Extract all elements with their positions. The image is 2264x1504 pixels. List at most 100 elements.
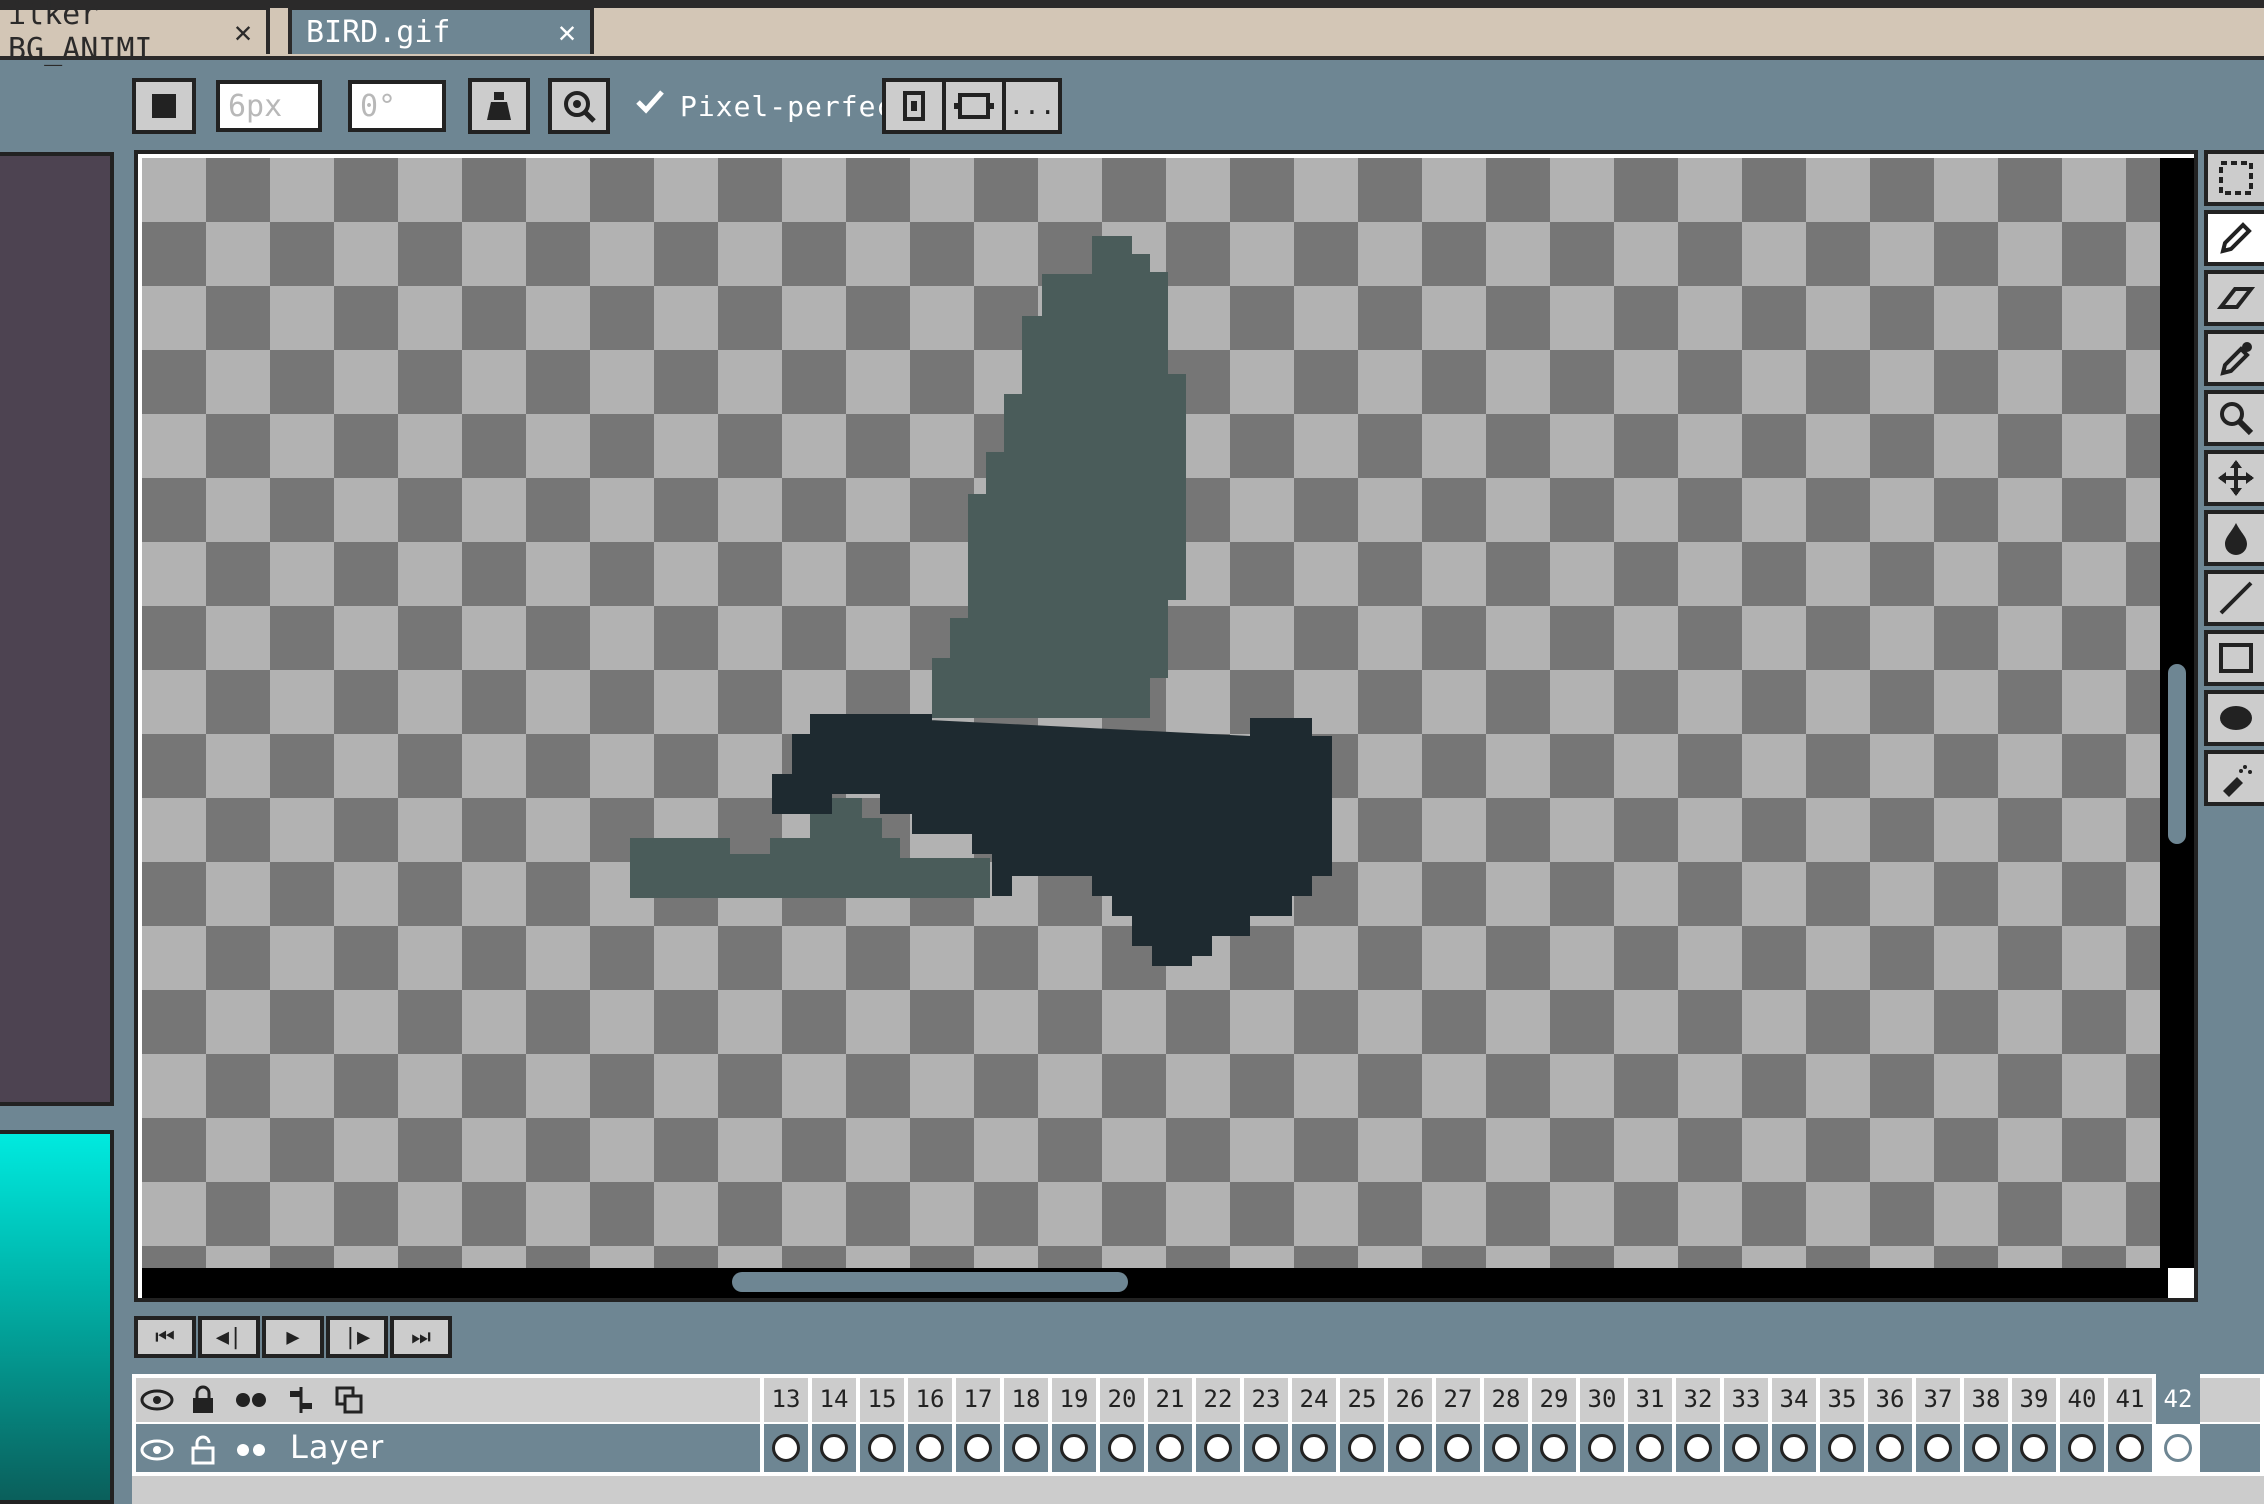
frame-number[interactable]: 22 xyxy=(1192,1374,1240,1424)
frame-cel[interactable] xyxy=(1768,1424,1816,1472)
pixel-perfect-checkbox[interactable] xyxy=(634,88,666,116)
ellipse-tool[interactable] xyxy=(2204,690,2264,746)
frame-number[interactable]: 27 xyxy=(1432,1374,1480,1424)
brush-size-field[interactable] xyxy=(216,80,322,132)
frame-cel[interactable] xyxy=(2104,1424,2152,1472)
layer-name[interactable]: Layer xyxy=(290,1428,384,1466)
spray-tool[interactable] xyxy=(2204,750,2264,806)
frame-number[interactable]: 41 xyxy=(2104,1374,2152,1424)
frame-cel[interactable] xyxy=(1384,1424,1432,1472)
frame-number[interactable]: 31 xyxy=(1624,1374,1672,1424)
frame-number[interactable]: 18 xyxy=(1000,1374,1048,1424)
onion-skin-icon[interactable] xyxy=(228,1380,274,1420)
horizontal-scroll-thumb[interactable] xyxy=(732,1272,1128,1292)
brush-size-input[interactable] xyxy=(228,88,310,124)
frame-cel[interactable] xyxy=(1912,1424,1960,1472)
frame-cel[interactable] xyxy=(856,1424,904,1472)
layers-icon[interactable] xyxy=(326,1380,372,1420)
frame-cel[interactable] xyxy=(1480,1424,1528,1472)
more-options-button[interactable]: ... xyxy=(1002,78,1062,134)
frame-number[interactable]: 37 xyxy=(1912,1374,1960,1424)
frame-cel[interactable] xyxy=(1624,1424,1672,1472)
frame-cel[interactable] xyxy=(1432,1424,1480,1472)
frame-number[interactable]: 40 xyxy=(2056,1374,2104,1424)
link-cels-icon[interactable] xyxy=(278,1380,324,1420)
frame-cel[interactable] xyxy=(1864,1424,1912,1472)
frame-number[interactable]: 39 xyxy=(2008,1374,2056,1424)
next-frame-button[interactable]: |▶ xyxy=(326,1316,388,1358)
frame-cel[interactable] xyxy=(1720,1424,1768,1472)
frame-number[interactable]: 38 xyxy=(1960,1374,2008,1424)
frame-number[interactable]: 19 xyxy=(1048,1374,1096,1424)
color-picker-gradient[interactable] xyxy=(0,1130,114,1504)
close-icon[interactable]: ✕ xyxy=(234,15,252,50)
frame-number[interactable]: 23 xyxy=(1240,1374,1288,1424)
first-frame-button[interactable]: ⏮ xyxy=(134,1316,196,1358)
transform-button[interactable] xyxy=(882,78,946,134)
frame-cel[interactable] xyxy=(1960,1424,2008,1472)
symmetry-zoom-button[interactable] xyxy=(548,78,610,134)
ink-button[interactable] xyxy=(468,78,530,134)
frame-cel[interactable] xyxy=(1192,1424,1240,1472)
frame-number[interactable]: 33 xyxy=(1720,1374,1768,1424)
frame-cel[interactable] xyxy=(1240,1424,1288,1472)
frame-number[interactable]: 26 xyxy=(1384,1374,1432,1424)
layer-visibility-icon[interactable] xyxy=(134,1430,180,1470)
fill-tool[interactable] xyxy=(2204,510,2264,566)
frame-cel[interactable] xyxy=(808,1424,856,1472)
frame-cel[interactable] xyxy=(904,1424,952,1472)
frame-cel[interactable] xyxy=(1336,1424,1384,1472)
frame-number[interactable]: 20 xyxy=(1096,1374,1144,1424)
pencil-tool[interactable] xyxy=(2204,210,2264,266)
frame-cel[interactable] xyxy=(1048,1424,1096,1472)
frame-number[interactable]: 29 xyxy=(1528,1374,1576,1424)
rectangle-tool[interactable] xyxy=(2204,630,2264,686)
layer-lock-icon[interactable] xyxy=(180,1430,226,1470)
frame-number[interactable]: 32 xyxy=(1672,1374,1720,1424)
sprite-button[interactable] xyxy=(942,78,1006,134)
line-tool[interactable] xyxy=(2204,570,2264,626)
horizontal-scrollbar[interactable] xyxy=(142,1268,2168,1298)
frame-cel[interactable] xyxy=(1096,1424,1144,1472)
eyedropper-tool[interactable] xyxy=(2204,330,2264,386)
frame-number[interactable]: 24 xyxy=(1288,1374,1336,1424)
drawing-canvas[interactable] xyxy=(142,158,2160,1268)
frame-number[interactable]: 21 xyxy=(1144,1374,1192,1424)
frame-cel[interactable] xyxy=(952,1424,1000,1472)
eraser-tool[interactable] xyxy=(2204,270,2264,326)
frame-number[interactable]: 13 xyxy=(760,1374,808,1424)
angle-field[interactable] xyxy=(348,80,446,132)
frame-number[interactable]: 15 xyxy=(856,1374,904,1424)
frame-cel[interactable] xyxy=(1288,1424,1336,1472)
frame-number[interactable]: 42 xyxy=(2152,1374,2200,1424)
frame-cel[interactable] xyxy=(1528,1424,1576,1472)
frame-number[interactable]: 14 xyxy=(808,1374,856,1424)
close-icon[interactable]: ✕ xyxy=(558,15,576,50)
prev-frame-button[interactable]: ◀| xyxy=(198,1316,260,1358)
eye-icon[interactable] xyxy=(134,1380,180,1420)
tab-walker-bg-anim[interactable]: ilker BG_ANIMI ✕ xyxy=(0,0,270,67)
frame-cel[interactable] xyxy=(2008,1424,2056,1472)
frame-number[interactable]: 16 xyxy=(904,1374,952,1424)
lock-icon[interactable] xyxy=(180,1380,226,1420)
frame-cel[interactable] xyxy=(1144,1424,1192,1472)
angle-input[interactable] xyxy=(360,88,434,124)
layer-continuous-icon[interactable] xyxy=(228,1430,274,1470)
frame-cel[interactable] xyxy=(2056,1424,2104,1472)
frame-number[interactable]: 36 xyxy=(1864,1374,1912,1424)
frame-number[interactable]: 30 xyxy=(1576,1374,1624,1424)
frame-cel[interactable] xyxy=(2152,1424,2200,1472)
move-tool[interactable] xyxy=(2204,450,2264,506)
marquee-tool[interactable] xyxy=(2204,150,2264,206)
frame-number[interactable]: 35 xyxy=(1816,1374,1864,1424)
frame-number[interactable]: 28 xyxy=(1480,1374,1528,1424)
frame-cel[interactable] xyxy=(1672,1424,1720,1472)
frame-cel[interactable] xyxy=(760,1424,808,1472)
frame-cel[interactable] xyxy=(1576,1424,1624,1472)
zoom-tool[interactable] xyxy=(2204,390,2264,446)
frame-cel[interactable] xyxy=(1816,1424,1864,1472)
frame-cel[interactable] xyxy=(1000,1424,1048,1472)
frame-number[interactable]: 17 xyxy=(952,1374,1000,1424)
tab-bird-gif[interactable]: BIRD.gif ✕ xyxy=(288,6,594,54)
frame-number[interactable]: 34 xyxy=(1768,1374,1816,1424)
